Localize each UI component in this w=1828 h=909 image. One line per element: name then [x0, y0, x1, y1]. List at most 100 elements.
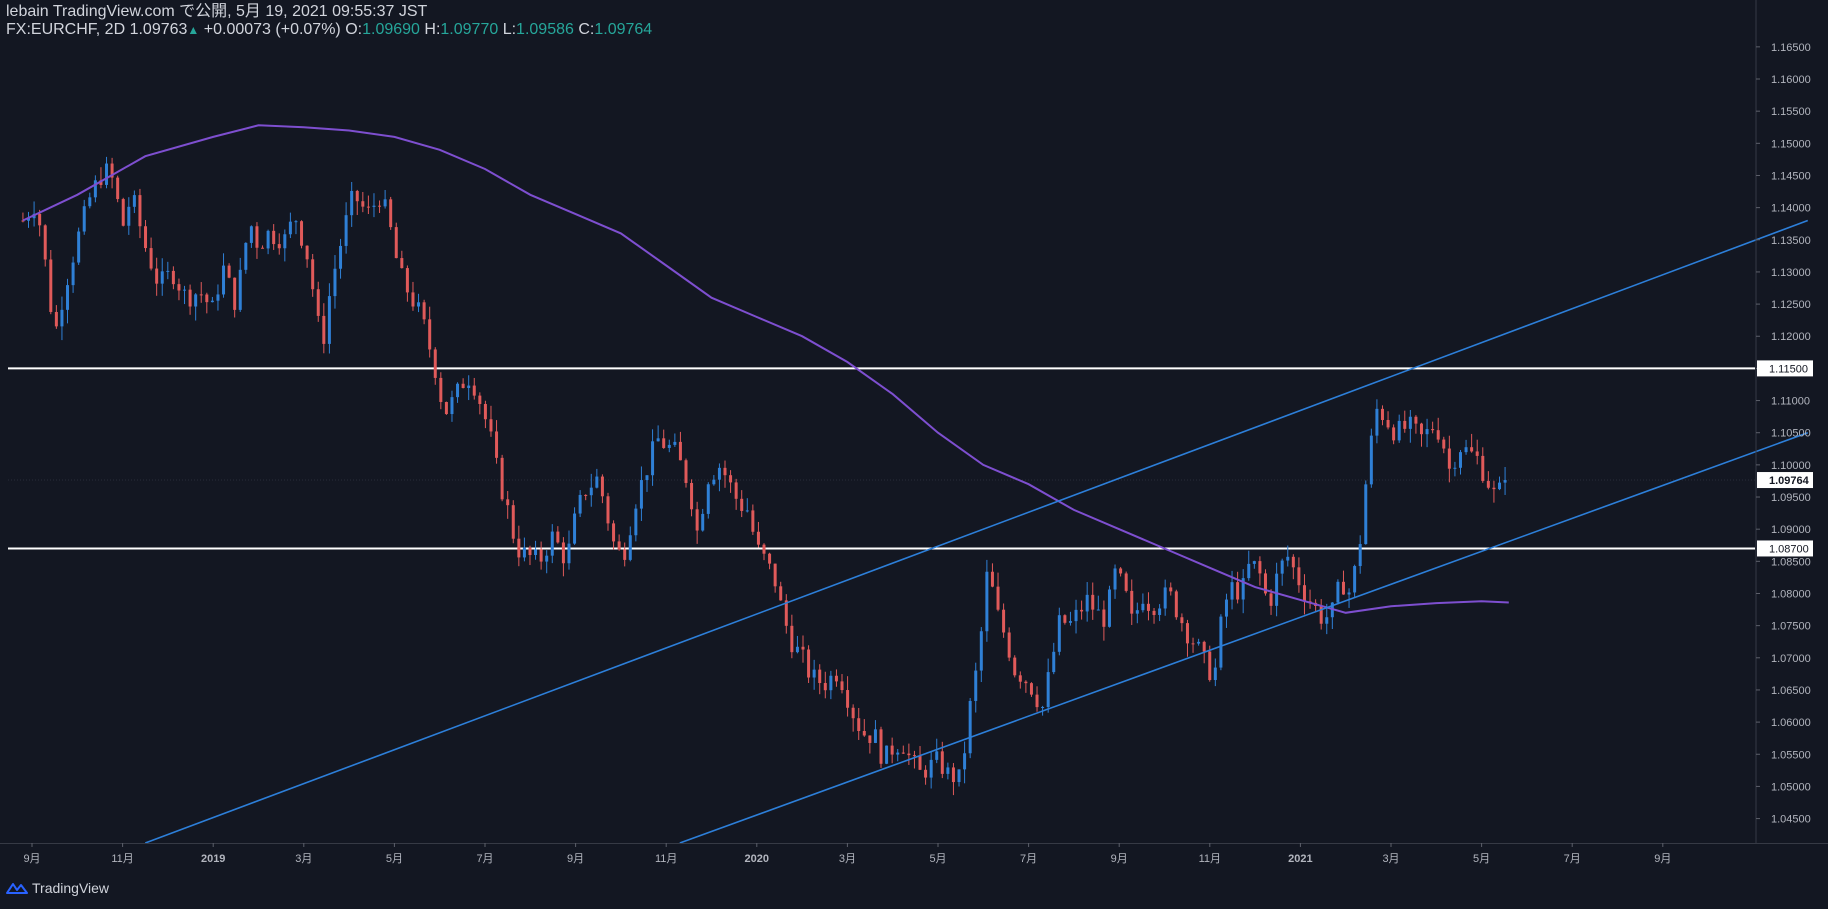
- candle-body: [818, 669, 822, 684]
- candle-body: [690, 482, 694, 510]
- candles: [21, 156, 1507, 796]
- candle-body: [801, 646, 805, 650]
- candle-body: [361, 201, 365, 207]
- candle-body: [918, 756, 922, 770]
- time-tick-label: 11月: [655, 853, 677, 865]
- candle-body: [1481, 455, 1485, 481]
- time-tick-label: 5月: [1473, 853, 1490, 865]
- candle-body: [177, 284, 181, 291]
- price-change: +0.00073 (+0.07%): [203, 21, 341, 38]
- horizontal-levels[interactable]: [8, 367, 1755, 550]
- candle-body: [1029, 683, 1033, 695]
- candle-body: [389, 199, 393, 228]
- candle-body: [879, 729, 883, 764]
- candle-body: [868, 735, 872, 743]
- candle-body: [1447, 448, 1451, 469]
- open-label: O:: [345, 21, 363, 38]
- trendlines[interactable]: [144, 219, 1809, 844]
- candle-body: [522, 547, 526, 558]
- candle-body: [1358, 544, 1362, 567]
- candle-body: [1497, 482, 1501, 490]
- candle-body: [82, 206, 86, 232]
- candle-body: [116, 177, 120, 200]
- time-tick-label: 7月: [1020, 853, 1037, 865]
- candle-body: [1236, 582, 1240, 600]
- candle-body: [862, 730, 866, 736]
- candle-body: [628, 535, 632, 560]
- candle-body: [71, 262, 75, 286]
- candle-body: [500, 457, 504, 500]
- candle-body: [539, 549, 543, 562]
- candle-body: [1135, 610, 1139, 614]
- candle-body: [1397, 420, 1401, 441]
- symbol-label[interactable]: FX:EURCHF, 2D: [6, 21, 125, 38]
- candle-body: [1386, 419, 1390, 428]
- candle-body: [372, 205, 376, 207]
- candle-body: [483, 403, 487, 420]
- candle-body: [873, 729, 877, 743]
- candle-body: [935, 751, 939, 760]
- candle-body: [428, 319, 432, 350]
- candle-body: [1224, 599, 1228, 617]
- candle-body: [996, 586, 1000, 610]
- time-tick-label: 9月: [23, 853, 40, 865]
- price-chart[interactable]: 1.16500 1.16000 1.15500 1.15000 1.14500 1.140…: [0, 0, 1828, 909]
- candle-body: [740, 498, 744, 511]
- candle-body: [1146, 603, 1150, 611]
- axes[interactable]: 1.16500 1.16000 1.15500 1.15000 1.14500 1.140…: [0, 0, 1828, 865]
- candle-body: [1119, 568, 1123, 574]
- candle-body: [790, 625, 794, 653]
- price-tick-label: 1.15000: [1771, 138, 1811, 150]
- candle-body: [857, 718, 861, 731]
- candle-body: [1325, 617, 1329, 624]
- candle-body: [1453, 467, 1457, 469]
- candle-body: [305, 245, 309, 260]
- candle-body: [773, 563, 777, 587]
- candle-body: [467, 385, 471, 389]
- price-tick-label: 1.09000: [1771, 524, 1811, 536]
- candle-body: [1174, 591, 1178, 618]
- candle-body: [339, 245, 343, 269]
- candle-body: [1291, 556, 1295, 568]
- candle-body: [1080, 609, 1084, 612]
- candle-body: [779, 586, 783, 601]
- time-tick-label: 2019: [201, 853, 225, 865]
- candle-body: [1475, 451, 1479, 456]
- candle-body: [205, 294, 209, 303]
- candle-body: [584, 494, 588, 496]
- candle-body: [751, 510, 755, 532]
- time-tick-label: 5月: [386, 853, 403, 865]
- candle-body: [528, 547, 532, 556]
- level-price-label: 1.11500: [1769, 363, 1808, 375]
- price-tick-label: 1.12500: [1771, 299, 1811, 311]
- candle-body: [929, 759, 933, 778]
- candle-body: [1091, 594, 1095, 610]
- candle-body: [194, 294, 198, 307]
- candle-body: [701, 513, 705, 531]
- candle-body: [567, 543, 571, 564]
- candle-body: [105, 163, 109, 185]
- candle-body: [54, 311, 58, 327]
- candle-body: [1052, 651, 1056, 673]
- candle-body: [807, 649, 811, 678]
- candle-body: [885, 745, 889, 764]
- candle-body: [912, 755, 916, 757]
- tradingview-brand[interactable]: TradingView: [6, 880, 109, 896]
- candle-body: [1347, 592, 1351, 595]
- candle-body: [1041, 706, 1045, 708]
- candle-body: [166, 270, 170, 272]
- candle-body: [1002, 609, 1006, 633]
- candle-body: [1202, 641, 1206, 652]
- candle-body: [378, 205, 382, 207]
- price-tick-label: 1.14500: [1771, 170, 1811, 182]
- candle-body: [550, 531, 554, 556]
- candle-body: [1046, 672, 1050, 707]
- candle-body: [617, 541, 621, 550]
- price-tick-label: 1.11000: [1771, 396, 1810, 408]
- price-tick-label: 1.16500: [1771, 42, 1811, 54]
- candle-body: [1013, 657, 1017, 676]
- candle-body: [1074, 609, 1078, 622]
- high-value: 1.09770: [440, 21, 499, 38]
- candle-body: [734, 482, 738, 499]
- candle-body: [1208, 651, 1212, 681]
